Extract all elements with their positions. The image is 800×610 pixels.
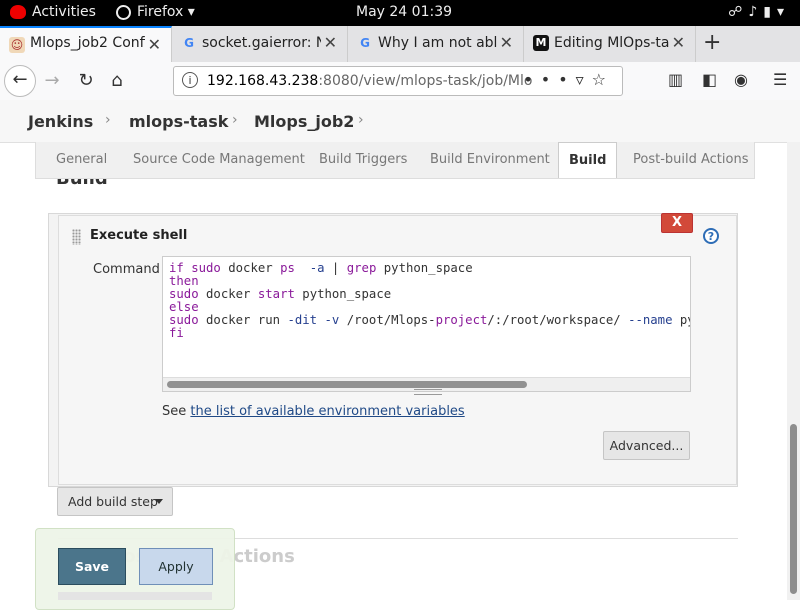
google-favicon-icon: G xyxy=(360,36,370,50)
step-title: Execute shell xyxy=(90,228,188,243)
back-button[interactable]: ← xyxy=(4,65,36,97)
forward-arrow-icon[interactable]: → xyxy=(38,67,66,95)
command-editor[interactable]: if sudo docker ps -a | grep python_space… xyxy=(162,256,691,392)
system-tray[interactable]: ☍♪▮▾ xyxy=(728,4,790,20)
navigation-toolbar: ← → ↻ ⌂ i 192.168.43.238:8080/view/mlops… xyxy=(0,62,800,101)
env-vars-line: See the list of available environment va… xyxy=(162,404,465,419)
tab-why-not-able[interactable]: G Why I am not able ✕ xyxy=(348,26,524,62)
help-icon[interactable]: ? xyxy=(703,228,719,244)
save-button[interactable]: Save xyxy=(58,548,126,585)
tab-build-environment[interactable]: Build Environment xyxy=(430,152,550,167)
app-menu[interactable]: Firefox ▾ xyxy=(137,4,195,20)
breadcrumb-jenkins[interactable]: Jenkins xyxy=(28,112,93,131)
editor-scroll-thumb[interactable] xyxy=(167,381,527,388)
library-icon[interactable]: ▥ xyxy=(668,70,683,89)
tab-jenkins-config[interactable]: ☺ Mlops_job2 Config ✕ xyxy=(0,26,172,62)
close-tab-icon[interactable]: ✕ xyxy=(144,35,161,54)
medium-favicon-icon: M xyxy=(533,35,549,51)
command-label: Command xyxy=(93,262,160,277)
advanced-button[interactable]: Advanced... xyxy=(603,431,690,460)
volume-icon: ♪ xyxy=(748,4,764,20)
apply-button[interactable]: Apply xyxy=(139,548,213,585)
tab-title: socket.gaierror: N xyxy=(202,35,327,51)
tab-build[interactable]: Build xyxy=(558,142,618,178)
home-icon[interactable]: ⌂ xyxy=(103,67,131,95)
tab-title: Mlops_job2 Config xyxy=(30,35,158,51)
sidebar-icon[interactable]: ◧ xyxy=(702,70,717,89)
env-vars-link[interactable]: the list of available environment variab… xyxy=(190,404,464,419)
browser-tab-bar: ☺ Mlops_job2 Config ✕ G socket.gaierror:… xyxy=(0,26,800,63)
close-tab-icon[interactable]: ✕ xyxy=(320,33,337,52)
url-text[interactable]: 192.168.43.238:8080/view/mlops-task/job/… xyxy=(207,73,532,89)
page-actions-icon[interactable]: ••• xyxy=(523,70,575,89)
system-top-bar: Activities Firefox ▾ May 24 01:39 ☍♪▮▾ xyxy=(0,0,800,26)
breadcrumb-mlops-job2[interactable]: Mlops_job2 xyxy=(254,112,354,131)
command-code[interactable]: if sudo docker ps -a | grep python_space… xyxy=(169,262,690,340)
url-path: :8080/view/mlops-task/job/Mlo xyxy=(318,73,533,89)
tab-build-triggers[interactable]: Build Triggers xyxy=(319,152,407,167)
url-actions[interactable]: •••▿☆ xyxy=(523,70,614,89)
editor-resize-handle-icon[interactable] xyxy=(414,389,442,395)
breadcrumb-separator-icon[interactable]: › xyxy=(232,112,238,128)
new-tab-plus-icon[interactable]: + xyxy=(703,30,721,55)
breadcrumb-mlops-task[interactable]: mlops-task xyxy=(129,112,228,131)
activities-button[interactable]: Activities xyxy=(32,4,96,20)
clock[interactable]: May 24 01:39 xyxy=(356,4,452,20)
pocket-icon[interactable]: ▿ xyxy=(576,70,592,89)
bottom-input-placeholder xyxy=(58,592,212,600)
breadcrumb: Jenkins › mlops-task › Mlops_job2 › xyxy=(0,100,800,143)
tab-editing-mlops[interactable]: M Editing MlOps-tas ✕ xyxy=(524,26,696,62)
back-arrow-icon: ← xyxy=(12,69,28,90)
tab-socket-gaierror[interactable]: G socket.gaierror: N ✕ xyxy=(172,26,348,62)
config-tabs: General Source Code Management Build Tri… xyxy=(35,142,755,179)
network-icon: ☍ xyxy=(728,4,749,20)
tab-source-code-management[interactable]: Source Code Management xyxy=(133,152,305,167)
app-menu-label: Firefox xyxy=(137,4,184,20)
reload-icon[interactable]: ↻ xyxy=(72,67,100,95)
page-vertical-scrollbar[interactable] xyxy=(787,142,800,600)
account-icon[interactable]: ◉ xyxy=(734,70,748,89)
site-info-icon[interactable]: i xyxy=(182,72,198,88)
battery-icon: ▮ xyxy=(763,4,777,20)
google-favicon-icon: G xyxy=(184,36,194,50)
drag-handle-icon[interactable] xyxy=(72,229,81,245)
tab-post-build-actions[interactable]: Post-build Actions xyxy=(633,152,748,167)
breadcrumb-separator-icon[interactable]: › xyxy=(105,112,111,128)
tab-title: Editing MlOps-tas xyxy=(554,35,677,51)
chevron-down-icon xyxy=(155,499,163,504)
url-bar[interactable]: i 192.168.43.238:8080/view/mlops-task/jo… xyxy=(173,66,623,96)
firefox-icon xyxy=(116,5,131,20)
delete-step-button[interactable]: X xyxy=(661,213,693,233)
power-menu-icon: ▾ xyxy=(776,4,790,20)
jenkins-favicon-icon: ☺ xyxy=(9,37,25,53)
tab-general[interactable]: General xyxy=(56,152,107,167)
page-scroll-thumb[interactable] xyxy=(790,424,797,594)
env-vars-prefix: See xyxy=(162,404,191,419)
add-build-step-button[interactable]: Add build step xyxy=(57,487,173,516)
add-build-step-label: Add build step xyxy=(68,494,158,509)
hamburger-menu-icon[interactable]: ☰ xyxy=(773,70,787,89)
tab-title: Why I am not able xyxy=(378,35,507,51)
close-tab-icon[interactable]: ✕ xyxy=(668,33,685,52)
close-tab-icon[interactable]: ✕ xyxy=(496,33,513,52)
redhat-icon xyxy=(10,5,26,19)
bookmark-star-icon[interactable]: ☆ xyxy=(592,70,614,89)
url-host: 192.168.43.238 xyxy=(207,73,319,89)
breadcrumb-separator-icon[interactable]: › xyxy=(358,112,364,128)
